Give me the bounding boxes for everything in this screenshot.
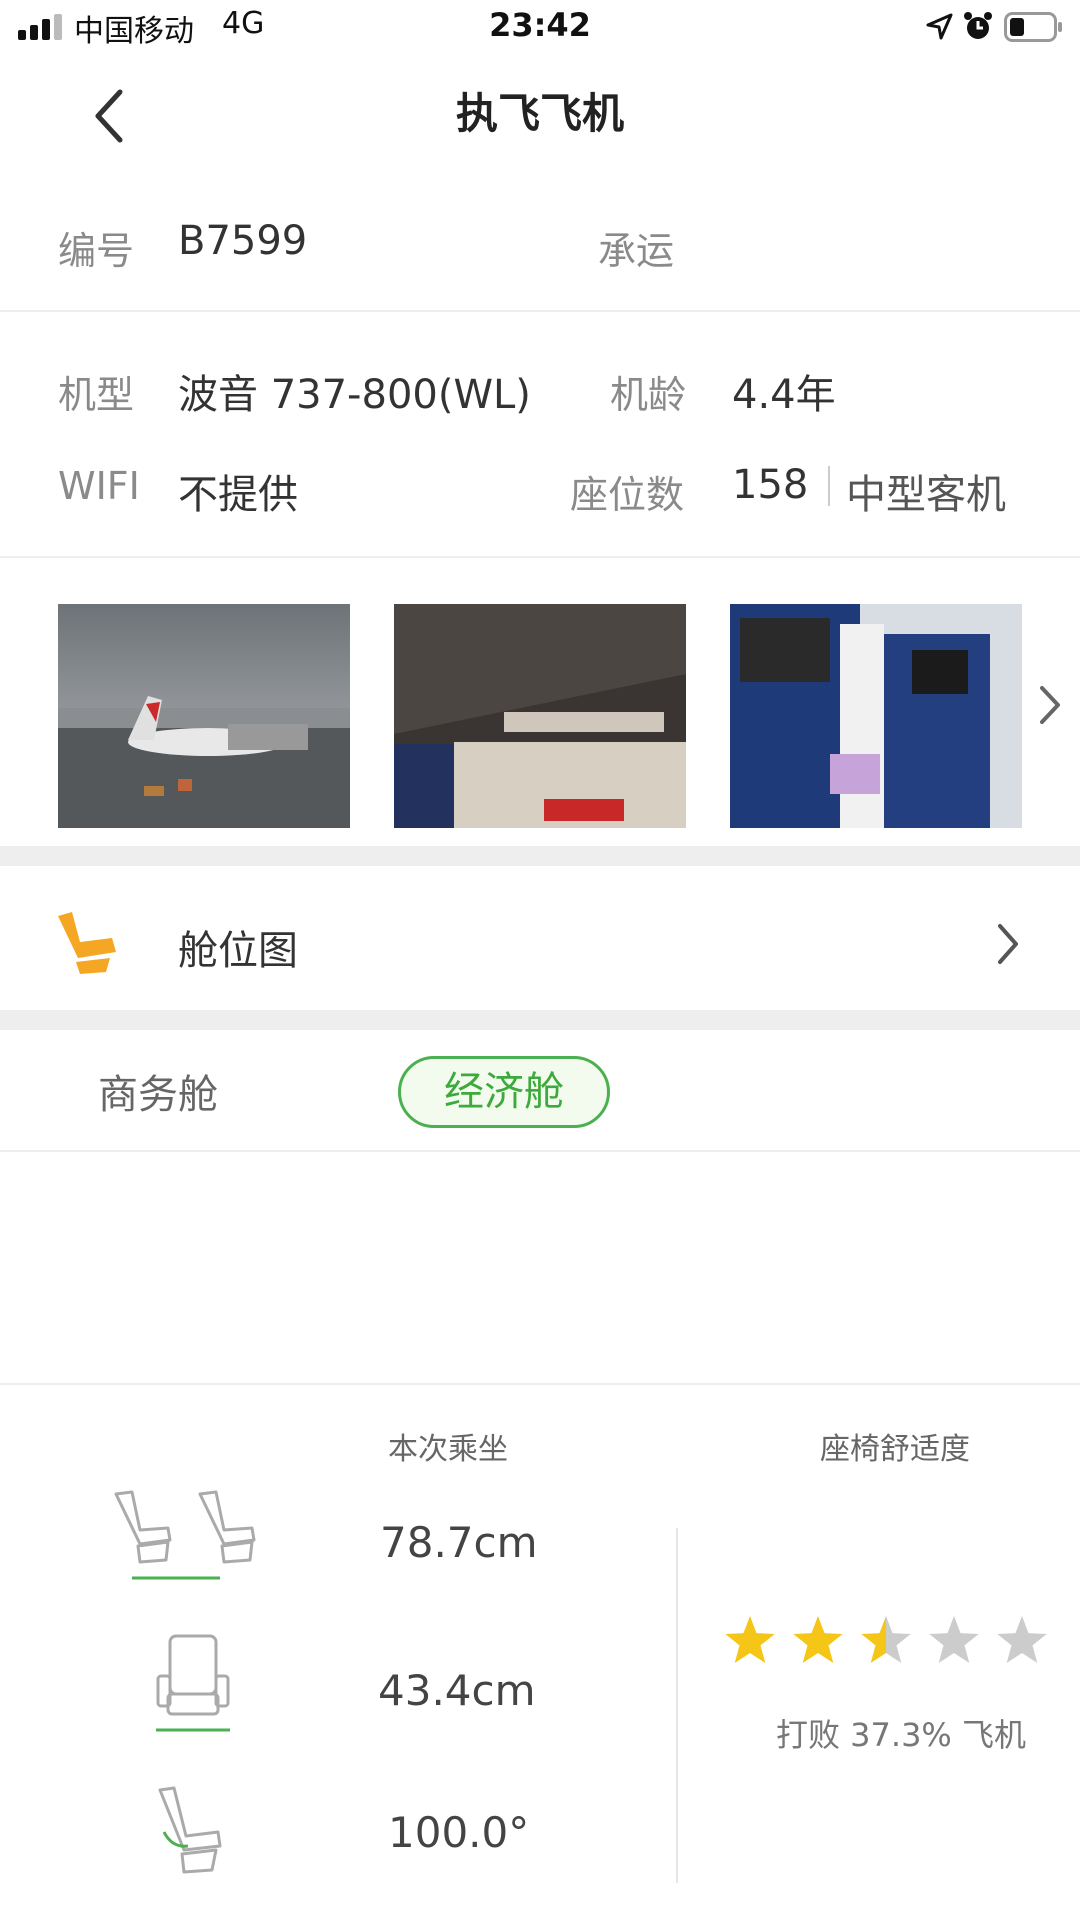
rating-star [861,1616,911,1663]
location-icon [926,13,953,40]
value-separator [828,466,830,506]
divider [0,556,1080,558]
tab-economy-class[interactable]: 经济舱 [398,1056,610,1128]
page-title: 执飞飞机 [455,89,624,138]
seat-recline-value: 100.0° [388,1808,530,1857]
section-separator [0,846,1080,866]
seat-pitch-value: 78.7cm [380,1518,538,1567]
chevron-right-icon[interactable] [990,918,1026,970]
chevron-right-icon[interactable] [1030,680,1070,730]
registration-value: B7599 [178,218,308,264]
beat-percentage-text: 打败 37.3% 飞机 [776,1716,1027,1754]
seat-width-value: 43.4cm [378,1666,536,1715]
seat-map-label: 舱位图 [178,928,298,974]
rating-star [929,1616,979,1663]
seat-width-icon [156,1634,230,1732]
registration-label: 编号 [58,229,135,273]
aircraft-type-label: 机型 [58,373,135,417]
seat-count-value: 158 [732,462,809,508]
alarm-icon [964,12,992,39]
divider [0,310,1080,312]
aircraft-photo-seats[interactable] [730,604,1022,828]
aircraft-age-label: 机龄 [610,373,687,417]
status-bar: 中国移动 4G 23:42 [0,0,1080,56]
aircraft-photo-exterior[interactable] [58,604,350,828]
wifi-value: 不提供 [178,472,298,518]
rating-star [725,1616,775,1663]
comfort-rating-stars [725,1616,1047,1663]
column-divider [676,1528,678,1883]
section-separator [0,1010,1080,1030]
seat-icon [58,912,116,974]
tab-business-class[interactable]: 商务舱 [98,1062,218,1120]
rating-star [793,1616,843,1663]
clock: 23:42 [489,6,591,44]
aircraft-age-value: 4.4年 [732,372,836,418]
carrier-label: 承运 [598,229,675,273]
seat-count-label: 座位数 [570,473,685,517]
divider [0,1150,1080,1152]
battery-icon [1004,12,1062,42]
aircraft-type-value: 波音 737-800(WL) [178,372,531,418]
wifi-label: WIFI [58,464,140,508]
seat-comfort-header: 座椅舒适度 [820,1432,970,1467]
seat-recline-icon [158,1786,222,1874]
seat-map-row[interactable] [0,866,1080,1010]
aircraft-size-value: 中型客机 [846,472,1006,518]
seat-pitch-icon [114,1490,256,1580]
divider [0,1383,1080,1385]
this-flight-header: 本次乘坐 [388,1432,508,1467]
aircraft-photo-cabin[interactable] [394,604,686,828]
rating-star [997,1616,1047,1663]
